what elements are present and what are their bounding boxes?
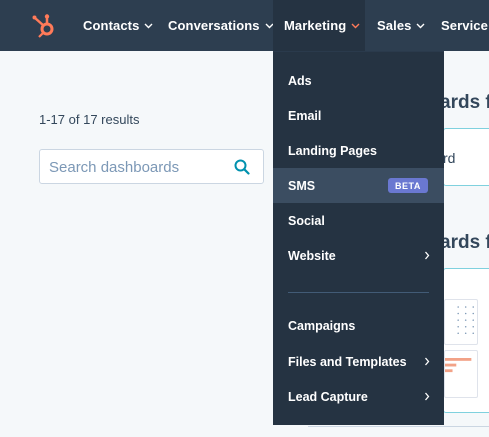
- chevron-down-icon: [416, 23, 425, 28]
- menu-item-website[interactable]: Website: [273, 238, 444, 273]
- search-icon[interactable]: [234, 159, 250, 175]
- search-dashboards-box[interactable]: [39, 149, 264, 184]
- menu-item-lead-capture[interactable]: Lead Capture: [273, 379, 444, 414]
- nav-marketing-label: Marketing: [284, 18, 347, 33]
- menu-item-email[interactable]: Email: [273, 98, 444, 133]
- menu-item-sms[interactable]: SMS BETA: [273, 168, 444, 203]
- dashboard-thumbnail-bars: [444, 350, 478, 398]
- divider: [308, 426, 489, 427]
- menu-item-label: Website: [288, 248, 336, 263]
- nav-conversations-label: Conversations: [168, 18, 260, 33]
- bar-chart-preview-icon: [445, 358, 472, 373]
- nav-marketing[interactable]: Marketing: [273, 0, 365, 51]
- card-text-partial: rd: [443, 150, 456, 166]
- beta-badge: BETA: [388, 178, 428, 193]
- menu-item-label: SMS: [288, 178, 316, 193]
- menu-item-landing-pages[interactable]: Landing Pages: [273, 133, 444, 168]
- section-heading-partial-2: ards f: [440, 232, 489, 253]
- chevron-right-icon: [425, 392, 430, 401]
- nav-sales-label: Sales: [377, 18, 412, 33]
- menu-item-label: Lead Capture: [288, 389, 368, 404]
- menu-item-social[interactable]: Social: [273, 203, 444, 238]
- menu-item-files-and-templates[interactable]: Files and Templates: [273, 344, 444, 379]
- top-navigation: Contacts Conversations Marketing Sales S…: [0, 0, 489, 51]
- hubspot-logo-icon[interactable]: [31, 13, 57, 39]
- results-count: 1-17 of 17 results: [39, 112, 140, 127]
- nav-sales[interactable]: Sales: [377, 0, 426, 51]
- nav-service-label: Service: [441, 18, 488, 33]
- menu-item-label: Email: [288, 108, 322, 123]
- chevron-down-icon: [144, 23, 153, 28]
- chevron-right-icon: [425, 251, 430, 260]
- dashboard-thumbnail-table: [444, 299, 478, 345]
- menu-item-label: Files and Templates: [288, 354, 407, 369]
- chevron-down-icon: [351, 23, 360, 28]
- section-heading-partial: ards f: [440, 92, 489, 113]
- nav-contacts[interactable]: Contacts: [83, 0, 154, 51]
- menu-item-label: Landing Pages: [288, 143, 377, 158]
- menu-item-label: Campaigns: [288, 318, 356, 333]
- search-input[interactable]: [49, 157, 229, 177]
- menu-item-campaigns[interactable]: Campaigns: [273, 308, 444, 343]
- menu-item-label: Social: [288, 213, 325, 228]
- nav-service[interactable]: Service: [441, 0, 488, 51]
- menu-item-ads[interactable]: Ads: [273, 63, 444, 98]
- chevron-right-icon: [425, 357, 430, 366]
- menu-divider: [288, 292, 429, 293]
- nav-conversations[interactable]: Conversations: [168, 0, 275, 51]
- nav-contacts-label: Contacts: [83, 18, 140, 33]
- menu-item-label: Ads: [288, 73, 312, 88]
- marketing-dropdown-menu: Ads Email Landing Pages SMS BETA Social …: [273, 51, 444, 425]
- table-preview-icon: [457, 306, 474, 335]
